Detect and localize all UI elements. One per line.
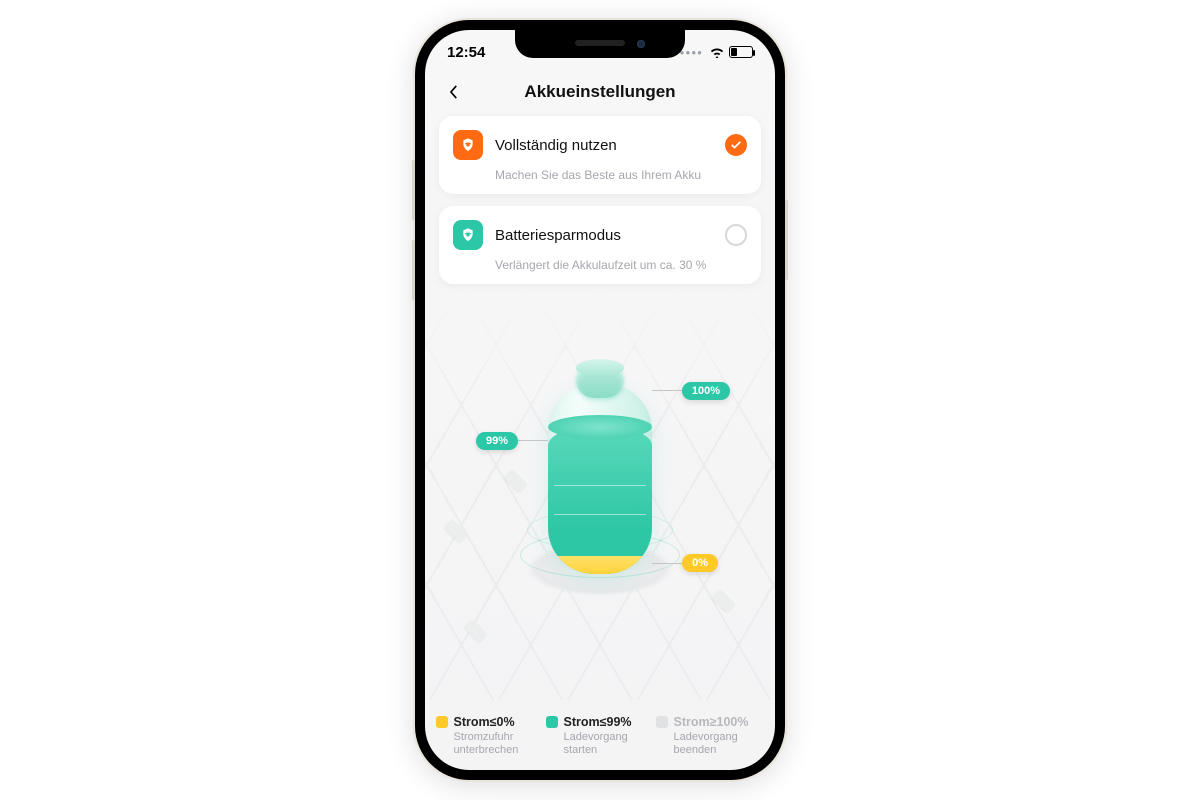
plug-shield-icon [453, 220, 483, 250]
radio-selected[interactable] [725, 134, 747, 156]
battery-label-0: 0% [682, 554, 718, 572]
page-header: Akkueinstellungen [425, 74, 775, 116]
battery-label-99: 99% [476, 432, 518, 450]
option-subtitle: Verlängert die Akkulaufzeit um ca. 30 % [495, 258, 747, 272]
legend-item-charging: Strom≤99% Ladevorgang starten [546, 715, 655, 759]
page-title: Akkueinstellungen [441, 82, 759, 102]
legend-subtitle: Stromzufuhr unterbrechen [454, 731, 545, 759]
swatch-grey-icon [656, 716, 668, 728]
wifi-icon [709, 46, 725, 58]
plug-shield-icon [453, 130, 483, 160]
option-subtitle: Machen Sie das Beste aus Ihrem Akku [495, 168, 747, 182]
option-title: Vollständig nutzen [495, 137, 713, 154]
legend-subtitle: Ladevorgang starten [564, 731, 655, 759]
legend-title: Strom≤0% [454, 715, 515, 729]
radio-unselected[interactable] [725, 224, 747, 246]
legend-title: Strom≤99% [564, 715, 632, 729]
legend-title: Strom≥100% [674, 715, 749, 729]
option-battery-saver[interactable]: Batteriesparmodus Verlängert die Akkulau… [439, 206, 761, 284]
battery-label-100: 100% [682, 382, 730, 400]
legend-item-low: Strom≤0% Stromzufuhr unterbrechen [436, 715, 545, 759]
battery-illustration: 100% 99% 0% [425, 290, 775, 700]
swatch-teal-icon [546, 716, 558, 728]
option-title: Batteriesparmodus [495, 227, 713, 244]
cellular-dots-icon: ●●●● [680, 48, 703, 57]
legend: Strom≤0% Stromzufuhr unterbrechen Strom≤… [425, 715, 775, 759]
screen: 12:54 ●●●● Akkueinstellungen [425, 30, 775, 770]
swatch-yellow-icon [436, 716, 448, 728]
legend-subtitle: Ladevorgang beenden [674, 731, 765, 759]
notch [515, 30, 685, 58]
status-time: 12:54 [447, 44, 485, 61]
battery-status-icon [729, 46, 753, 58]
option-full-use[interactable]: Vollständig nutzen Machen Sie das Beste … [439, 116, 761, 194]
legend-item-full: Strom≥100% Ladevorgang beenden [656, 715, 765, 759]
battery-body-icon [548, 384, 652, 574]
phone-frame: 12:54 ●●●● Akkueinstellungen [415, 20, 785, 780]
